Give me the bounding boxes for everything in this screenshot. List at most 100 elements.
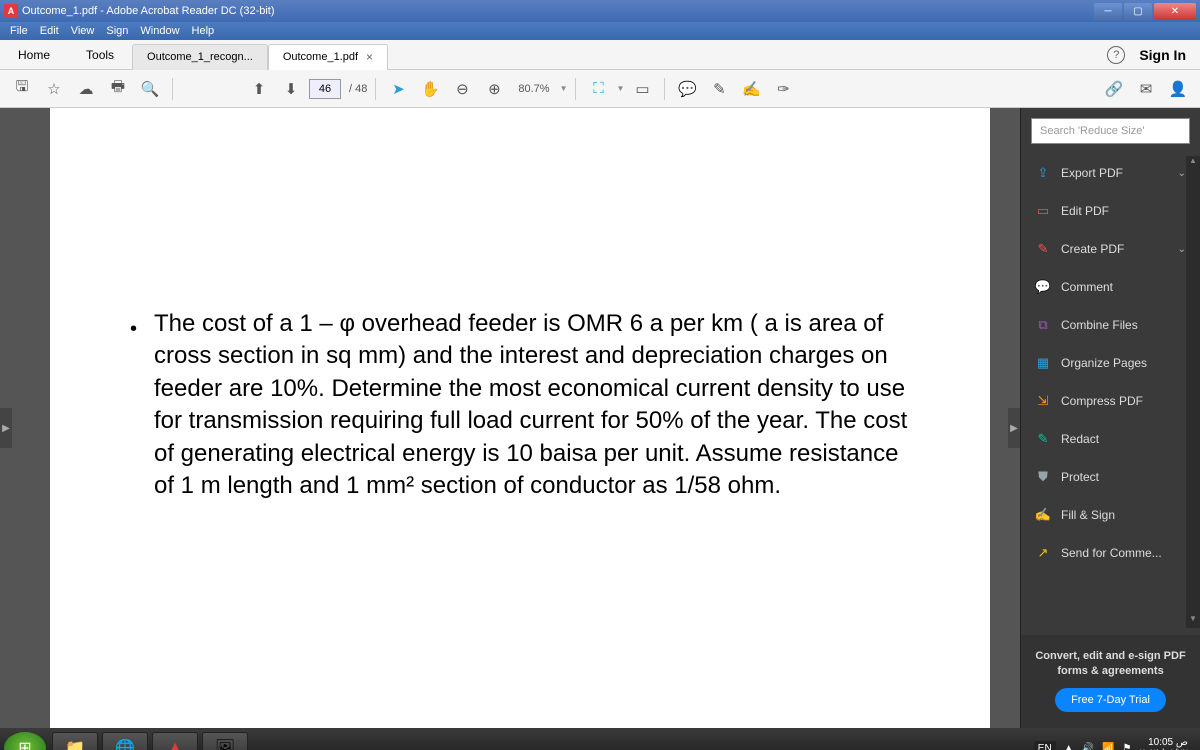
help-icon[interactable]: ?	[1107, 46, 1125, 64]
menu-window[interactable]: Window	[134, 25, 185, 37]
tool-item-send-for-comme-[interactable]: ↗Send for Comme...	[1021, 534, 1200, 572]
tools-pane-toggle-right[interactable]: ▶	[1008, 408, 1020, 448]
selection-tool-icon[interactable]: ➤	[384, 75, 412, 103]
highlight-icon[interactable]: ✎	[705, 75, 733, 103]
tool-label: Create PDF	[1061, 242, 1168, 256]
tool-icon: ⛊	[1035, 469, 1051, 485]
tool-item-redact[interactable]: ✎Redact	[1021, 420, 1200, 458]
document-paragraph: • The cost of a 1 – φ overhead feeder is…	[130, 308, 920, 502]
star-icon[interactable]: ☆	[40, 75, 68, 103]
tool-label: Fill & Sign	[1061, 508, 1186, 522]
menu-view[interactable]: View	[65, 25, 101, 37]
zoom-in-icon[interactable]: ⊕	[480, 75, 508, 103]
tool-label: Protect	[1061, 470, 1186, 484]
search-icon[interactable]: 🔍	[136, 75, 164, 103]
document-tab-1[interactable]: Outcome_1_recogn...	[132, 44, 268, 70]
tool-label: Organize Pages	[1061, 356, 1186, 370]
menu-edit[interactable]: Edit	[34, 25, 65, 37]
clock-time: 10:05 ص	[1139, 737, 1188, 748]
promo-text: Convert, edit and e-sign PDF forms & agr…	[1031, 649, 1190, 678]
tool-label: Send for Comme...	[1061, 546, 1186, 560]
tool-item-edit-pdf[interactable]: ▭ Edit PDF	[1021, 192, 1200, 230]
tool-item-fill-sign[interactable]: ✍ Fill & Sign	[1021, 496, 1200, 534]
document-tab-2[interactable]: Outcome_1.pdf ×	[268, 44, 388, 70]
tool-item-compress-pdf[interactable]: ⇲Compress PDF	[1021, 382, 1200, 420]
clock[interactable]: 10:05 ص ٢٠٢١/٠٥/٢٢	[1139, 737, 1188, 750]
page-down-icon[interactable]: ⬇	[277, 75, 305, 103]
nav-pane-toggle-left[interactable]: ▶	[0, 408, 12, 448]
scroll-down-icon[interactable]: ▼	[1186, 614, 1200, 628]
window-maximize-button[interactable]: ▢	[1124, 3, 1152, 20]
menu-help[interactable]: Help	[186, 25, 221, 37]
windows-taskbar: ⊞ 📁 🌐 ▲ 🖼 EN ▲ 🔊 📶 ⚑ 10:05 ص ٢٠٢١/٠٥/٢٢	[0, 728, 1200, 750]
acrobat-app-icon: A	[4, 4, 18, 18]
hand-tool-icon[interactable]: ✋	[416, 75, 444, 103]
tool-icon: ▭	[1035, 203, 1051, 219]
zoom-out-icon[interactable]: ⊖	[448, 75, 476, 103]
tool-label: Export PDF	[1061, 166, 1168, 180]
cloud-icon[interactable]: ☁	[72, 75, 100, 103]
fit-width-icon[interactable]: ⛶	[584, 75, 612, 103]
language-indicator[interactable]: EN	[1034, 741, 1056, 750]
share-link-icon[interactable]: 🔗	[1100, 75, 1128, 103]
save-icon[interactable]: 🖫	[8, 75, 36, 103]
tray-caret-icon[interactable]: ▲	[1064, 743, 1074, 750]
task-chrome-icon[interactable]: 🌐	[102, 732, 148, 750]
task-pictures-icon[interactable]: 🖼	[202, 732, 248, 750]
pdf-page: • The cost of a 1 – φ overhead feeder is…	[50, 108, 990, 728]
task-acrobat-icon[interactable]: ▲	[152, 732, 198, 750]
close-icon[interactable]: ×	[366, 50, 373, 64]
tool-item-combine-files[interactable]: ⧉ Combine Files	[1021, 306, 1200, 344]
document-tab-1-label: Outcome_1_recogn...	[147, 51, 253, 63]
comment-icon[interactable]: 💬	[673, 75, 701, 103]
stamp-icon[interactable]: ✑	[769, 75, 797, 103]
tool-item-comment[interactable]: 💬 Comment	[1021, 268, 1200, 306]
network-icon[interactable]: 📶	[1102, 743, 1114, 750]
window-titlebar: A Outcome_1.pdf - Adobe Acrobat Reader D…	[0, 0, 1200, 22]
volume-icon[interactable]: 🔊	[1082, 743, 1094, 750]
free-trial-button[interactable]: Free 7-Day Trial	[1055, 688, 1166, 712]
window-close-button[interactable]: ✕	[1154, 3, 1196, 20]
tool-label: Comment	[1061, 280, 1186, 294]
page-up-icon[interactable]: ⬆	[245, 75, 273, 103]
page-number-input[interactable]	[309, 79, 341, 99]
tool-label: Edit PDF	[1061, 204, 1186, 218]
print-icon[interactable]: 🖶	[104, 75, 132, 103]
tool-icon: ⧉	[1035, 317, 1051, 333]
zoom-dropdown-icon[interactable]: ▼	[560, 84, 568, 93]
window-title: Outcome_1.pdf - Adobe Acrobat Reader DC …	[22, 5, 1094, 17]
document-viewport[interactable]: ▶ • The cost of a 1 – φ overhead feeder …	[0, 108, 1020, 728]
tab-home[interactable]: Home	[0, 40, 68, 69]
sign-in-button[interactable]: Sign In	[1139, 47, 1186, 63]
tab-tools[interactable]: Tools	[68, 40, 132, 69]
menu-file[interactable]: File	[4, 25, 34, 37]
menu-sign[interactable]: Sign	[100, 25, 134, 37]
sign-icon[interactable]: ✍	[737, 75, 765, 103]
task-explorer-icon[interactable]: 📁	[52, 732, 98, 750]
tool-item-create-pdf[interactable]: ✎Create PDF⌄	[1021, 230, 1200, 268]
tool-item-protect[interactable]: ⛊ Protect	[1021, 458, 1200, 496]
start-button[interactable]: ⊞	[4, 732, 46, 750]
more-tools-icon[interactable]: 👤	[1164, 75, 1192, 103]
email-icon[interactable]: ✉	[1132, 75, 1160, 103]
tool-label: Combine Files	[1061, 318, 1186, 332]
tool-icon: ✎	[1035, 241, 1051, 257]
tools-scrollbar[interactable]: ▲ ▼	[1186, 156, 1200, 628]
tool-icon: ✍	[1035, 507, 1051, 523]
fit-dropdown-icon[interactable]: ▼	[616, 84, 624, 93]
menu-bar: File Edit View Sign Window Help	[0, 22, 1200, 40]
tool-item-organize-pages[interactable]: ▦Organize Pages	[1021, 344, 1200, 382]
document-tab-2-label: Outcome_1.pdf	[283, 51, 358, 63]
tool-item-export-pdf[interactable]: ⇪Export PDF⌄	[1021, 154, 1200, 192]
tool-icon: ⇪	[1035, 165, 1051, 181]
zoom-level-label: 80.7%	[512, 83, 555, 95]
tool-icon: 💬	[1035, 279, 1051, 295]
tools-search-input[interactable]: Search 'Reduce Size'	[1031, 118, 1190, 144]
window-minimize-button[interactable]: ─	[1094, 3, 1122, 20]
read-mode-icon[interactable]: ▭	[628, 75, 656, 103]
tab-bar: Home Tools Outcome_1_recogn... Outcome_1…	[0, 40, 1200, 70]
bullet-icon: •	[130, 316, 137, 343]
tools-panel: Search 'Reduce Size' ⇪Export PDF⌄▭Edit P…	[1020, 108, 1200, 728]
flag-icon[interactable]: ⚑	[1123, 743, 1132, 750]
scroll-up-icon[interactable]: ▲	[1186, 156, 1200, 170]
